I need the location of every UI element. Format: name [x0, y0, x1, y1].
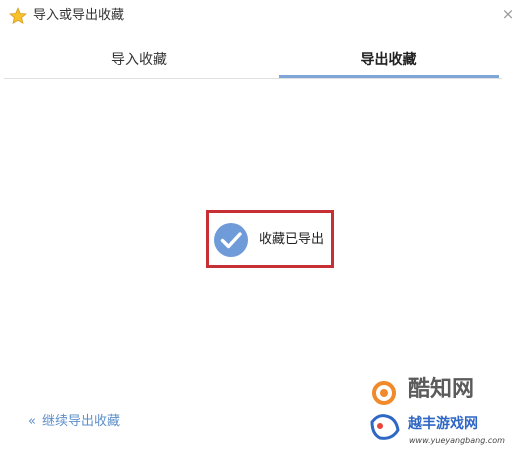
tab-export-favorites[interactable]: 导出收藏: [278, 44, 499, 76]
tab-import-favorites[interactable]: 导入收藏: [0, 44, 278, 76]
window-title: 导入或导出收藏: [33, 8, 125, 23]
watermark-site-name: 酷知网: [408, 377, 475, 402]
status-message: 收藏已导出: [259, 232, 325, 247]
watermark-site-name-secondary: 越丰游戏网: [408, 416, 478, 432]
double-chevron-left-icon: «: [28, 414, 36, 429]
export-status-box: 收藏已导出: [206, 210, 334, 268]
watermark-logo-icon: [370, 381, 400, 440]
continue-export-link[interactable]: « 继续导出收藏: [28, 413, 120, 431]
close-icon: ×: [501, 5, 515, 23]
star-icon: [9, 7, 27, 25]
check-circle-icon: [214, 223, 248, 257]
tabs-divider: [4, 78, 502, 79]
watermark-url: www.yueyangbang.com: [409, 436, 505, 445]
title-bar: 导入或导出收藏 ×: [0, 0, 530, 32]
tab-bar: 导入收藏 导出收藏: [0, 44, 530, 78]
continue-export-label: 继续导出收藏: [41, 414, 120, 429]
close-button[interactable]: ×: [500, 6, 516, 22]
